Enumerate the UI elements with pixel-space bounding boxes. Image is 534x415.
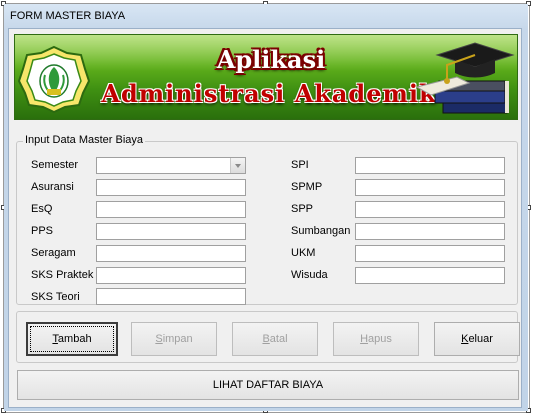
hapus-label: apus [368, 333, 392, 345]
semester-combo[interactable] [96, 157, 246, 174]
keluar-label: eluar [468, 333, 493, 345]
simpan-button[interactable]: Simpan [131, 322, 217, 356]
spmp-label: SPMP [291, 181, 323, 193]
batal-label: atal [269, 333, 288, 345]
title-bar[interactable]: FORM MASTER BIAYA [4, 4, 528, 28]
university-crest-icon [17, 45, 91, 113]
focus-rect [30, 326, 114, 352]
lihat-daftar-biaya-button[interactable]: LIHAT DAFTAR BIAYA [17, 370, 519, 400]
app-title: Aplikasi [216, 45, 326, 74]
sks-praktek-label: SKS Praktek [31, 269, 94, 281]
spp-label: SPP [291, 203, 314, 215]
window-title: FORM MASTER BIAYA [10, 10, 126, 22]
asuransi-field[interactable] [96, 179, 246, 196]
ukm-label: UKM [291, 247, 316, 259]
spi-field[interactable] [355, 157, 505, 174]
esq-field[interactable] [96, 201, 246, 218]
spi-label: SPI [291, 159, 309, 171]
semester-label: Semester [31, 159, 79, 171]
spmp-field[interactable] [355, 179, 505, 196]
esq-label: EsQ [31, 203, 53, 215]
wisuda-field[interactable] [355, 267, 505, 284]
graduation-cap-books-icon [417, 42, 515, 114]
pps-label: PPS [31, 225, 54, 237]
input-group-box: Input Data Master Biaya Semester Asurans… [16, 134, 518, 305]
spp-field[interactable] [355, 201, 505, 218]
sks-teori-field[interactable] [96, 288, 246, 305]
wisuda-label: Wisuda [291, 269, 328, 281]
batal-button[interactable]: Batal [232, 322, 318, 356]
keluar-button[interactable]: Keluar [434, 322, 520, 356]
batal-mnemonic: B [262, 333, 270, 345]
hapus-mnemonic: H [360, 333, 369, 345]
simpan-label: impan [162, 333, 193, 345]
hapus-button[interactable]: Hapus [333, 322, 419, 356]
group-title: Input Data Master Biaya [23, 134, 146, 146]
pps-field[interactable] [96, 223, 246, 240]
simpan-mnemonic: S [155, 333, 163, 345]
app-banner: Aplikasi Administrasi Akademik [14, 34, 518, 120]
ukm-field[interactable] [355, 245, 505, 262]
app-subtitle: Administrasi Akademik [101, 79, 437, 108]
seragam-field[interactable] [96, 245, 246, 262]
sumbangan-field[interactable] [355, 223, 505, 240]
sks-teori-label: SKS Teori [31, 291, 80, 303]
tambah-button[interactable]: Tambah [26, 322, 118, 356]
asuransi-label: Asuransi [31, 181, 74, 193]
form-window: FORM MASTER BIAYA Aplikasi Administrasi … [4, 4, 528, 411]
chevron-down-icon[interactable] [230, 158, 245, 173]
form-client-area: Aplikasi Administrasi Akademik Input Dat… [8, 28, 522, 408]
button-panel: Tambah Simpan Batal Hapus Keluar [16, 311, 520, 363]
sumbangan-label: Sumbangan [291, 225, 351, 237]
sks-praktek-field[interactable] [96, 267, 246, 284]
seragam-label: Seragam [31, 247, 76, 259]
